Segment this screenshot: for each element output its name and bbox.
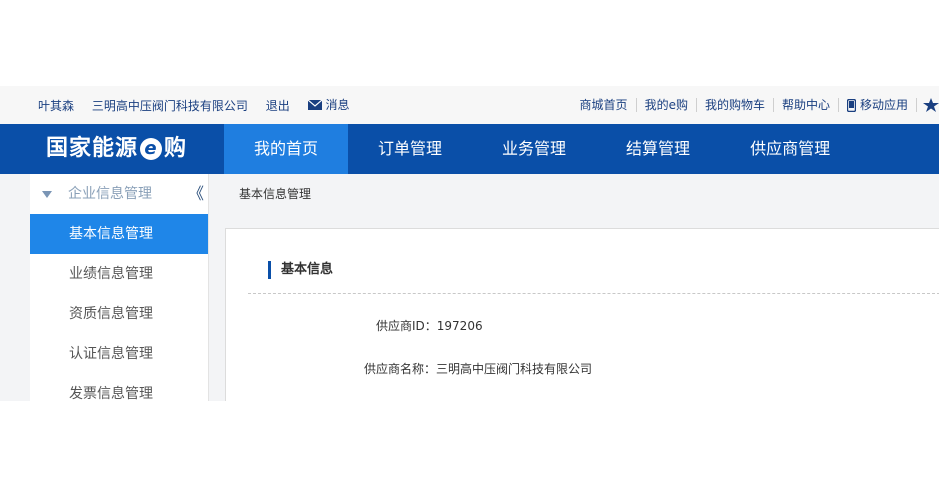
- nav-tabs: 我的首页 订单管理 业务管理 结算管理 供应商管理: [224, 124, 860, 174]
- site-logo[interactable]: 国家能源 e 购: [46, 124, 187, 174]
- collapse-double-chevron-icon[interactable]: 《: [188, 174, 204, 214]
- messages-link[interactable]: 消息: [307, 86, 364, 124]
- sidebar: 企业信息管理 《 基本信息管理 业绩信息管理 资质信息管理 认证信息管理 发票信…: [30, 174, 209, 401]
- top-bar-right: 商城首页 我的e购 我的购物车 帮助中心 移动应用: [572, 86, 939, 124]
- breadcrumb: 基本信息管理: [239, 187, 312, 201]
- phone-icon: [846, 98, 856, 112]
- tab-my-home[interactable]: 我的首页: [224, 124, 349, 174]
- main-nav: 国家能源 e 购 我的首页 订单管理 业务管理 结算管理 供应商管理: [0, 124, 939, 174]
- top-bar: 叶其森 三明高中压阀门科技有限公司 退出 消息 商城首页 我的e购 我的购物车 …: [0, 86, 939, 124]
- sidebar-item-performance-info[interactable]: 业绩信息管理: [30, 254, 208, 294]
- sidebar-item-invoice-info[interactable]: 发票信息管理: [30, 374, 208, 401]
- supplier-name-row: 供应商名称：三明高中压阀门科技有限公司: [364, 360, 592, 377]
- sidebar-item-basic-info[interactable]: 基本信息管理: [30, 214, 208, 254]
- envelope-icon: [307, 100, 322, 110]
- basic-info-card: 基本信息 供应商ID：197206 供应商名称：三明高中压阀门科技有限公司: [225, 228, 939, 401]
- help-center-link[interactable]: 帮助中心: [774, 98, 839, 112]
- top-bar-left: 叶其森 三明高中压阀门科技有限公司 退出 消息: [38, 86, 378, 125]
- sidebar-item-certification-info[interactable]: 认证信息管理: [30, 334, 208, 374]
- supplier-id-label: 供应商ID：: [376, 319, 437, 333]
- sidebar-item-qualification-info[interactable]: 资质信息管理: [30, 294, 208, 334]
- tab-order-management[interactable]: 订单管理: [348, 124, 472, 174]
- logo-text-suffix: 购: [164, 136, 188, 161]
- mobile-app-link[interactable]: 移动应用: [839, 98, 917, 112]
- logo-e-icon: e: [140, 138, 163, 160]
- supplier-name-value: 三明高中压阀门科技有限公司: [436, 362, 593, 376]
- my-egou-link[interactable]: 我的e购: [637, 98, 697, 112]
- mobile-app-label: 移动应用: [859, 98, 908, 112]
- tab-supplier-management[interactable]: 供应商管理: [720, 124, 860, 174]
- app-viewport: 叶其森 三明高中压阀门科技有限公司 退出 消息 商城首页 我的e购 我的购物车 …: [0, 86, 939, 401]
- company-name[interactable]: 三明高中压阀门科技有限公司: [92, 99, 248, 113]
- tab-settlement-management[interactable]: 结算管理: [596, 124, 720, 174]
- section-divider: [248, 293, 939, 294]
- my-cart-link[interactable]: 我的购物车: [697, 98, 774, 112]
- logout-link[interactable]: 退出: [266, 99, 290, 113]
- supplier-id-row: 供应商ID：197206: [376, 317, 483, 334]
- messages-label: 消息: [325, 98, 350, 112]
- sidebar-group-header[interactable]: 企业信息管理 《: [30, 174, 208, 214]
- favorite-star-icon[interactable]: [923, 98, 939, 112]
- supplier-name-label: 供应商名称：: [364, 362, 437, 376]
- supplier-id-value: 197206: [436, 319, 483, 333]
- tab-business-management[interactable]: 业务管理: [472, 124, 596, 174]
- section-title: 基本信息: [268, 261, 333, 279]
- logo-text: 国家能源: [46, 136, 139, 161]
- sidebar-group-label: 企业信息管理: [68, 186, 152, 202]
- user-name[interactable]: 叶其森: [38, 99, 74, 113]
- caret-down-icon: [42, 190, 52, 198]
- mall-home-link[interactable]: 商城首页: [572, 98, 637, 112]
